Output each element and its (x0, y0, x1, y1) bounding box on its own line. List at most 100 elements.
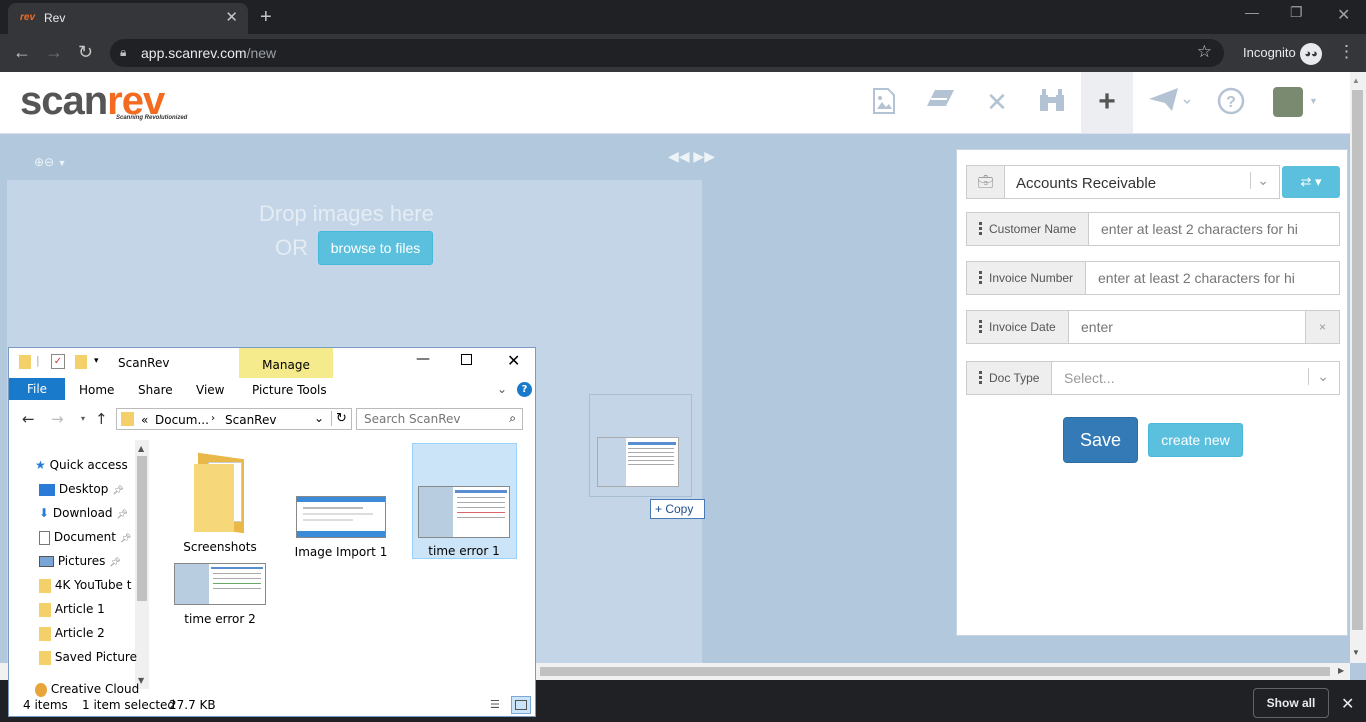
nav-creative-cloud[interactable]: Creative Cloud (35, 682, 139, 697)
breadcrumb-scanrev[interactable]: ScanRev (225, 413, 276, 427)
manage-context-tab[interactable]: Manage (239, 348, 333, 378)
collapse-panel-icon[interactable]: ◀◀ ▶▶ (668, 148, 715, 165)
large-icons-view-icon[interactable] (511, 696, 531, 714)
pin-icon[interactable]: 📌︎ (112, 486, 123, 496)
path-overflow[interactable]: « (141, 413, 148, 427)
image-icon[interactable] (869, 87, 899, 117)
browse-files-button[interactable]: browse to files (318, 231, 433, 265)
refresh-icon[interactable]: ↻ (331, 411, 347, 426)
scroll-right-icon[interactable]: ▶ (1338, 666, 1344, 675)
scroll-up-icon[interactable]: ▲ (1352, 76, 1360, 85)
tab-view[interactable]: View (196, 383, 224, 397)
customer-name-input[interactable] (1089, 213, 1339, 245)
pin-icon[interactable]: 📌︎ (120, 534, 131, 544)
tab-picture-tools[interactable]: Picture Tools (252, 383, 327, 397)
drag-handle-icon[interactable] (979, 271, 982, 284)
send-icon[interactable] (1147, 87, 1193, 117)
clear-date-button[interactable]: × (1305, 311, 1339, 343)
nav-scrollbar[interactable]: ▲ ▼ (135, 440, 149, 689)
bookmark-star-icon[interactable]: ☆ (1197, 42, 1212, 62)
tab-close-icon[interactable]: ✕ (225, 8, 238, 26)
drag-handle-icon[interactable] (979, 371, 982, 384)
help-icon[interactable]: ? (517, 382, 532, 397)
pin-icon[interactable]: 📌︎ (117, 510, 128, 520)
invoice-date-input[interactable] (1069, 311, 1305, 343)
close-icon[interactable]: ✕ (982, 87, 1012, 117)
nav-4k-youtube[interactable]: 4K YouTube t (39, 578, 131, 593)
details-view-icon[interactable]: ☰ (490, 698, 506, 712)
menu-kebab-icon[interactable]: ⋮ (1338, 42, 1355, 62)
back-icon[interactable]: ← (13, 42, 31, 63)
nav-article-2[interactable]: Article 2 (39, 626, 105, 641)
breadcrumb-documents[interactable]: Docum... (155, 413, 209, 427)
tab-file[interactable]: File (9, 378, 65, 400)
address-path[interactable]: « Docum... › ScanRev ⌄ ↻ (116, 408, 352, 430)
sync-button[interactable]: ⇄ ▾ (1282, 166, 1340, 198)
back-icon[interactable]: ← (22, 410, 35, 428)
nav-scrollbar-thumb[interactable] (137, 456, 147, 601)
zoom-control[interactable]: ⊕⊖ ▼ (34, 155, 66, 169)
chevron-down-icon[interactable]: ⌄ (1250, 172, 1269, 189)
browser-tab[interactable]: rev Rev ✕ (8, 3, 248, 34)
drag-handle-icon[interactable] (979, 222, 982, 235)
incognito-icon[interactable]: ◕◕ (1300, 43, 1322, 65)
forward-icon[interactable]: → (51, 410, 64, 428)
maximize-icon[interactable] (461, 354, 472, 365)
create-new-button[interactable]: create new (1148, 423, 1243, 457)
zoom-chevron-down-icon[interactable]: ▼ (57, 158, 66, 168)
chevron-down-icon[interactable]: ⌄ (1308, 368, 1329, 385)
scroll-down-icon[interactable]: ▼ (1352, 648, 1360, 657)
address-bar[interactable]: 🔒︎ app.scanrev.com/new ☆ (110, 39, 1224, 67)
scroll-up-icon[interactable]: ▲ (138, 444, 144, 453)
pin-icon[interactable]: 📌︎ (109, 558, 120, 568)
tab-share[interactable]: Share (138, 383, 173, 397)
close-downloads-icon[interactable]: ✕ (1341, 694, 1354, 714)
zoom-out-icon[interactable]: ⊖ (44, 155, 54, 169)
minimize-icon[interactable]: — (416, 351, 430, 367)
new-folder-icon[interactable] (75, 355, 87, 369)
nav-article-1[interactable]: Article 1 (39, 602, 105, 617)
plus-icon[interactable]: + (1092, 87, 1122, 117)
avatar[interactable] (1273, 87, 1303, 117)
search-input[interactable] (357, 409, 497, 429)
nav-pictures[interactable]: Pictures 📌︎ (39, 554, 121, 568)
minimize-icon[interactable]: — (1245, 4, 1259, 20)
file-item-selected[interactable]: time error 1 (412, 444, 516, 558)
tab-home[interactable]: Home (79, 383, 114, 397)
up-icon[interactable]: ↑ (95, 410, 108, 428)
drag-handle-icon[interactable] (979, 320, 982, 333)
nav-quick-access[interactable]: ★ Quick access (35, 458, 128, 472)
horizontal-scrollbar-thumb[interactable] (540, 667, 1330, 676)
file-item[interactable]: Screenshots (168, 444, 272, 554)
avatar-chevron-down-icon[interactable]: ▼ (1309, 96, 1318, 106)
search-box[interactable]: ⌕ (356, 408, 523, 430)
path-chevron-down-icon[interactable]: ⌄ (314, 411, 324, 425)
nav-saved-pictures[interactable]: Saved Picture (39, 650, 137, 665)
zoom-in-icon[interactable]: ⊕ (34, 155, 44, 169)
page-scrollbar-thumb[interactable] (1352, 90, 1363, 630)
file-explorer-window[interactable]: | ✓ ▾ ScanRev Manage — ✕ File Home Share… (8, 347, 536, 717)
binoculars-icon[interactable] (1037, 87, 1067, 117)
nav-downloads[interactable]: ⬇ Download 📌︎ (39, 506, 128, 520)
invoice-number-input[interactable] (1086, 262, 1339, 294)
customize-chevron-down-icon[interactable]: ▾ (94, 356, 99, 366)
help-icon[interactable]: ? (1216, 87, 1246, 117)
nav-documents[interactable]: Document 📌︎ (39, 530, 131, 545)
show-all-downloads-button[interactable]: Show all (1253, 688, 1329, 718)
eraser-icon[interactable] (926, 87, 956, 117)
close-icon[interactable]: ✕ (507, 351, 520, 370)
save-button[interactable]: Save (1063, 417, 1138, 463)
expand-ribbon-icon[interactable]: ⌄ (497, 382, 507, 396)
nav-desktop[interactable]: Desktop 📌︎ (39, 482, 124, 496)
properties-icon[interactable]: ✓ (51, 354, 65, 369)
file-item[interactable]: time error 2 (168, 563, 272, 626)
restore-icon[interactable]: ❐ (1290, 4, 1303, 21)
department-select[interactable]: 💼︎ Accounts Receivable ⌄ (966, 165, 1280, 199)
window-close-icon[interactable]: ✕ (1337, 5, 1350, 25)
recent-chevron-down-icon[interactable]: ▾ (81, 414, 85, 423)
new-tab-icon[interactable]: + (260, 6, 272, 29)
forward-icon[interactable]: → (45, 42, 63, 63)
reload-icon[interactable]: ↻ (78, 42, 93, 63)
doc-type-select[interactable]: Select... (1052, 362, 1302, 394)
file-item[interactable]: Image Import 1 (289, 444, 393, 559)
